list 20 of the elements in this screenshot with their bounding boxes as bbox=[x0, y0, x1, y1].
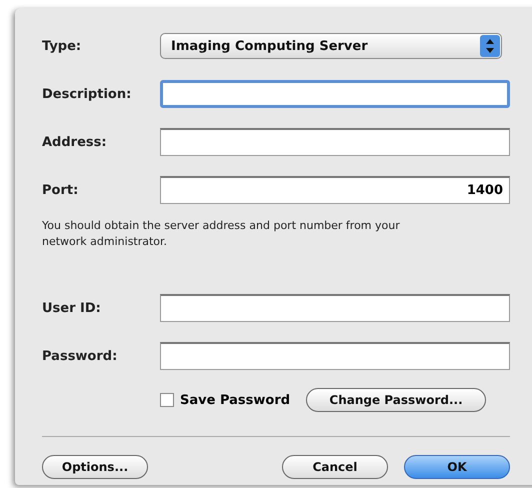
save-password-checkbox[interactable] bbox=[160, 393, 174, 407]
field-label: Port: bbox=[42, 182, 80, 198]
input-field[interactable] bbox=[160, 294, 510, 322]
cancel-button[interactable]: Cancel bbox=[282, 455, 388, 479]
help-text: You should obtain the server address and port number from your network administrator. bbox=[42, 218, 401, 250]
field-label: User ID: bbox=[42, 300, 102, 316]
field-label: Password: bbox=[42, 348, 118, 364]
change-password-button[interactable]: Change Password... bbox=[306, 388, 486, 412]
input-field[interactable]: 1400 bbox=[160, 176, 510, 204]
input-field[interactable] bbox=[160, 342, 510, 370]
type-dropdown[interactable]: Imaging Computing Server bbox=[160, 33, 502, 59]
ok-button[interactable]: OK bbox=[404, 455, 510, 479]
field-label: Description: bbox=[42, 86, 132, 102]
field-label: Address: bbox=[42, 134, 108, 150]
checkbox-label[interactable]: Save Password bbox=[180, 392, 290, 408]
field-label: Type: bbox=[42, 38, 82, 54]
options-button[interactable]: Options... bbox=[42, 455, 148, 479]
input-field[interactable] bbox=[160, 80, 510, 108]
input-field[interactable] bbox=[160, 128, 510, 156]
dropdown-arrows-icon bbox=[480, 35, 500, 57]
